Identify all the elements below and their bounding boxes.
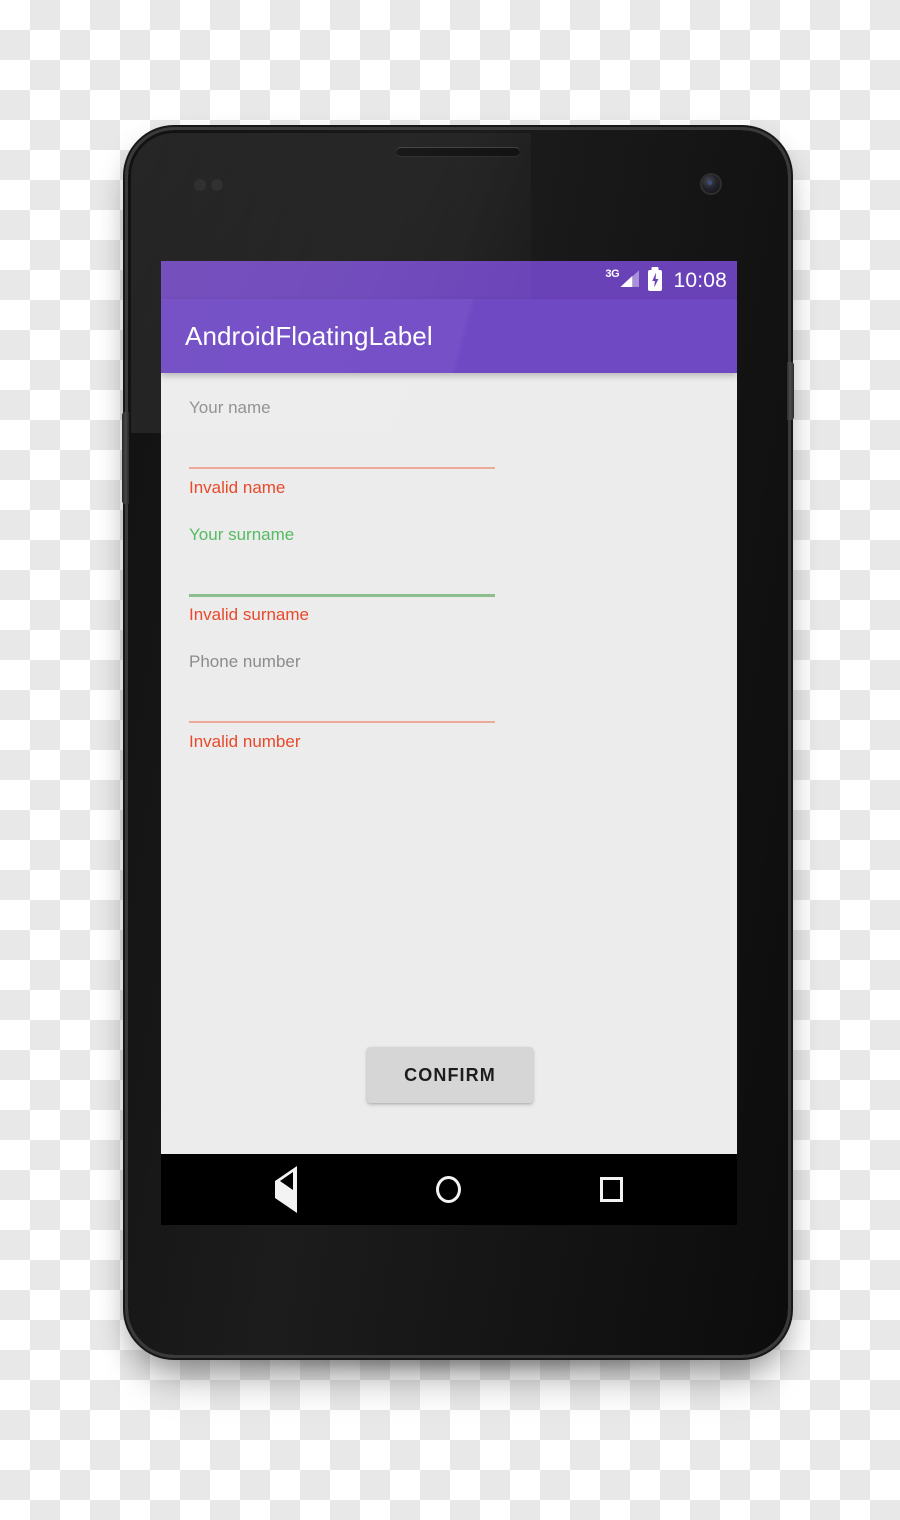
power-button[interactable] bbox=[787, 362, 794, 420]
nav-recents-button[interactable] bbox=[577, 1164, 647, 1216]
network-type-label: 3G bbox=[605, 268, 620, 280]
home-circle-icon bbox=[436, 1176, 462, 1203]
field-label-phone: Phone number bbox=[189, 652, 301, 671]
surname-input[interactable] bbox=[189, 548, 711, 593]
volume-button[interactable] bbox=[122, 412, 129, 504]
field-group-surname: Your surname Invalid surname bbox=[189, 518, 711, 645]
field-label-surname: Your surname bbox=[189, 525, 295, 544]
field-underline-phone bbox=[189, 721, 495, 723]
confirm-button[interactable]: CONFIRM bbox=[367, 1047, 533, 1103]
earpiece-speaker-icon bbox=[396, 147, 520, 156]
navigation-bar bbox=[161, 1154, 737, 1225]
phone-screen: 3G 10:08 AndroidFloatingLabel Your name bbox=[161, 261, 737, 1225]
nav-home-button[interactable] bbox=[414, 1164, 484, 1216]
signal-strength-icon: 3G bbox=[605, 268, 640, 291]
battery-charging-icon bbox=[648, 269, 663, 291]
back-triangle-icon bbox=[275, 1165, 298, 1213]
field-label-name: Your name bbox=[189, 398, 271, 417]
app-title: AndroidFloatingLabel bbox=[185, 320, 433, 351]
field-underline-surname bbox=[189, 594, 495, 597]
front-camera-icon bbox=[702, 175, 720, 193]
name-input[interactable] bbox=[189, 421, 711, 466]
field-group-name: Your name Invalid name bbox=[189, 391, 711, 518]
recents-square-icon bbox=[600, 1177, 624, 1202]
status-bar: 3G 10:08 bbox=[161, 261, 737, 299]
button-row: CONFIRM bbox=[189, 1047, 711, 1103]
app-bar: AndroidFloatingLabel bbox=[161, 299, 737, 373]
form-content: Your name Invalid name Your surname Inva… bbox=[161, 373, 737, 1154]
nav-back-button[interactable] bbox=[251, 1164, 321, 1216]
field-error-name: Invalid name bbox=[189, 478, 286, 497]
field-group-phone: Phone number Invalid number bbox=[189, 645, 711, 772]
status-bar-clock: 10:08 bbox=[673, 268, 727, 292]
field-error-surname: Invalid surname bbox=[189, 605, 310, 624]
proximity-sensor-icon bbox=[194, 179, 230, 191]
field-underline-name bbox=[189, 467, 495, 469]
android-phone-device: 3G 10:08 AndroidFloatingLabel Your name bbox=[122, 130, 794, 1355]
phone-input[interactable] bbox=[189, 675, 711, 720]
field-error-phone: Invalid number bbox=[189, 732, 301, 751]
